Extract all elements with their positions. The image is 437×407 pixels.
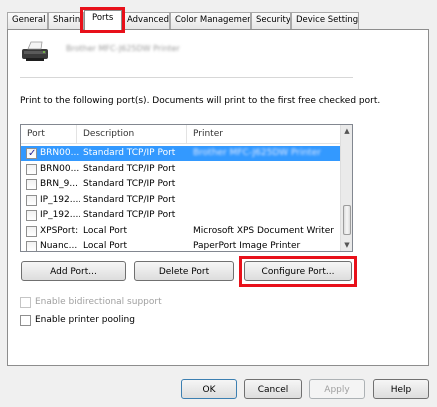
tab-general[interactable]: General — [7, 12, 48, 29]
port-description: Local Port — [83, 241, 128, 251]
port-description: Standard TCP/IP Port — [83, 163, 176, 174]
port-checkbox[interactable] — [26, 241, 37, 251]
column-header-port[interactable]: Port — [21, 125, 77, 143]
port-name: BRN_9... — [40, 179, 78, 189]
port-description: Standard TCP/IP Port — [83, 194, 176, 205]
cancel-button[interactable]: Cancel — [244, 379, 302, 399]
port-instructions: Print to the following port(s). Document… — [20, 96, 381, 106]
port-description: Local Port — [83, 225, 128, 236]
port-row[interactable]: IP_192.... Standard TCP/IP Port — [21, 193, 341, 208]
printer-pooling-checkbox[interactable]: Enable printer pooling — [20, 314, 220, 327]
port-description: Standard TCP/IP Port — [83, 210, 176, 220]
port-description: Standard TCP/IP Port — [83, 148, 176, 158]
port-printer: PaperPort Image Printer — [193, 241, 301, 251]
port-name: IP_192.... — [40, 194, 80, 205]
port-name: BRN00... — [40, 163, 80, 174]
column-header-description[interactable]: Description — [77, 125, 187, 143]
printer-icon — [22, 41, 48, 61]
port-row[interactable]: XPSPort: Local Port Microsoft XPS Document… — [21, 224, 341, 239]
separator — [20, 77, 353, 78]
ports-list[interactable]: Port Description Printer BRN00...Standar… — [20, 124, 353, 252]
tab-device-settings[interactable]: Device Settings — [291, 12, 359, 29]
port-checkbox[interactable] — [26, 163, 37, 175]
port-description: Standard TCP/IP Port — [83, 179, 176, 189]
port-name: IP_192.... — [40, 210, 80, 220]
port-checkbox[interactable] — [26, 146, 37, 161]
tab-ports[interactable]: Ports — [84, 10, 122, 30]
scroll-thumb[interactable] — [343, 205, 351, 235]
port-checkbox[interactable] — [26, 194, 37, 206]
port-name: XPSPort: — [40, 225, 79, 236]
port-checkbox[interactable] — [26, 210, 37, 221]
printer-name: Brother MFC-J625DW Printer — [66, 44, 180, 53]
apply-button: Apply — [309, 379, 365, 399]
ok-button[interactable]: OK — [181, 379, 237, 399]
scroll-up-icon[interactable]: ▲ — [341, 125, 352, 137]
ports-list-scrollbar[interactable]: ▲ ▼ — [340, 125, 352, 251]
port-name: BRN00... — [40, 148, 80, 158]
port-row[interactable]: IP_192.... Standard TCP/IP Port — [21, 208, 341, 223]
column-header-printer[interactable]: Printer — [187, 125, 341, 143]
tab-color-management[interactable]: Color Management — [170, 12, 251, 29]
port-row[interactable]: BRN_9... Standard TCP/IP Port — [21, 177, 341, 192]
port-printer: Brother MFC-J625DW Printer — [193, 148, 321, 158]
delete-port-button[interactable]: Delete Port — [134, 261, 234, 281]
port-row[interactable]: Nuanc... Local Port PaperPort Image Printe… — [21, 239, 341, 251]
configure-port-button[interactable]: Configure Port... — [244, 261, 352, 281]
scroll-down-icon[interactable]: ▼ — [341, 239, 352, 251]
tab-sharing[interactable]: Sharing — [48, 12, 84, 29]
port-checkbox[interactable] — [26, 225, 37, 237]
tab-advanced[interactable]: Advanced — [122, 12, 170, 29]
port-row[interactable]: BRN00...Standard TCP/IP Port Brother MFC-… — [21, 146, 341, 161]
port-printer: Microsoft XPS Document Writer — [193, 225, 334, 236]
port-checkbox[interactable] — [26, 179, 37, 190]
bidirectional-support-checkbox[interactable]: Enable bidirectional support — [20, 296, 220, 309]
add-port-button[interactable]: Add Port... — [21, 261, 126, 281]
help-button[interactable]: Help — [373, 379, 429, 399]
port-name: Nuanc... — [40, 241, 78, 251]
port-row[interactable]: BRN00... Standard TCP/IP Port — [21, 162, 341, 177]
tab-security[interactable]: Security — [251, 12, 291, 29]
